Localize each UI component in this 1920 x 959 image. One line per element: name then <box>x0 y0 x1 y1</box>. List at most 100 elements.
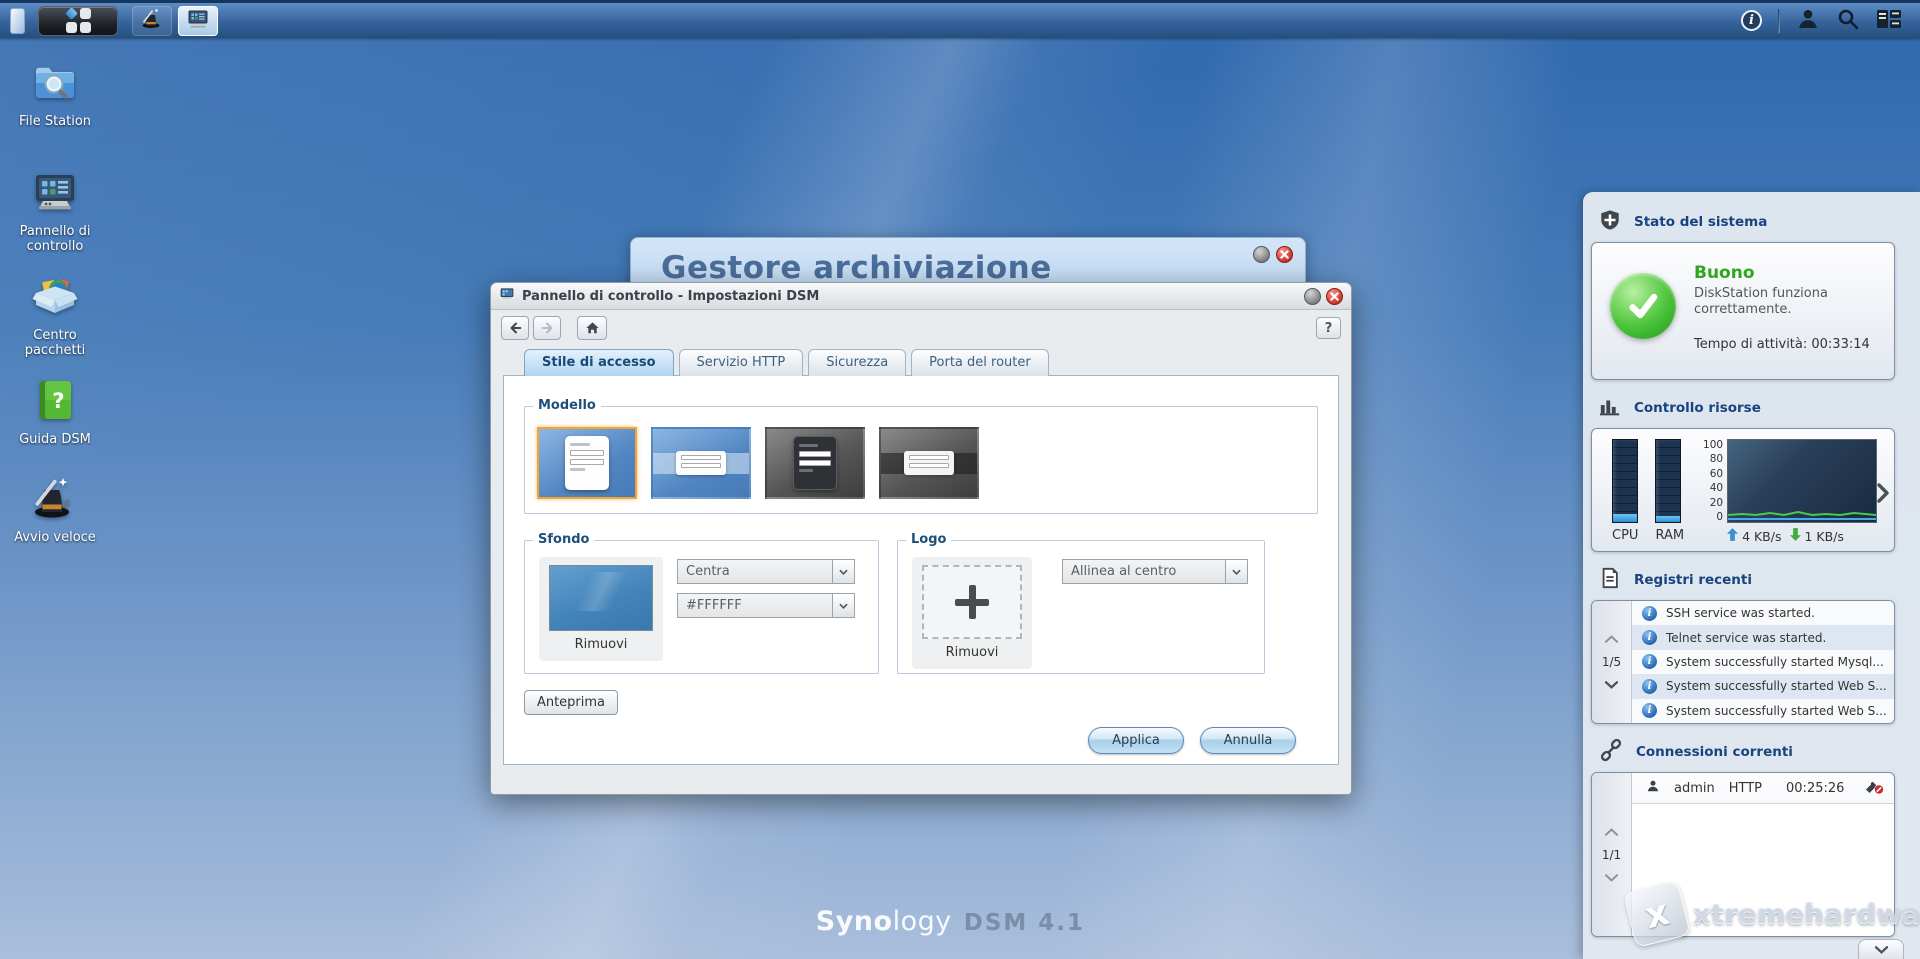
preview-button[interactable]: Anteprima <box>524 690 618 715</box>
tab-stile-di-accesso[interactable]: Stile di accesso <box>524 349 674 376</box>
logs-pager: 1/5 <box>1592 601 1632 723</box>
file-station-icon <box>31 58 79 106</box>
dialog-titlebar[interactable]: Pannello di controllo - Impostazioni DSM <box>491 283 1351 310</box>
taskbar-control-panel-button[interactable] <box>178 6 218 36</box>
pager-up-icon[interactable] <box>1602 825 1622 839</box>
user-icon <box>1646 779 1660 797</box>
tab-porta-del-router[interactable]: Porta del router <box>911 349 1049 376</box>
help-button[interactable]: ? <box>1316 317 1341 339</box>
disconnect-icon[interactable] <box>1864 779 1884 798</box>
cancel-button[interactable]: Annulla <box>1200 727 1296 754</box>
background-color-select[interactable]: #FFFFFF <box>677 593 855 618</box>
background-position-select[interactable]: Centra <box>677 559 855 584</box>
logo-align-select[interactable]: Allinea al centro <box>1062 559 1248 584</box>
desktop-icon-dsm-help[interactable]: ? Guida DSM <box>2 376 108 448</box>
logo-upload-dropzone[interactable] <box>922 565 1022 639</box>
background-image-thumbnail[interactable] <box>549 565 653 631</box>
desktop-icon-package-center[interactable]: Centro pacchetti <box>2 272 108 359</box>
upload-arrow-icon <box>1727 528 1738 544</box>
network-traffic-graph <box>1727 439 1877 523</box>
sfondo-group: Sfondo Rimuovi Centra #FFFFF <box>524 540 879 674</box>
help-book-icon: ? <box>31 376 79 424</box>
desktop-icon-label: File Station <box>2 115 108 130</box>
desktop-icon-quick-start[interactable]: Avvio veloce <box>2 474 108 546</box>
info-icon: i <box>1642 606 1657 621</box>
widgets-panel-icon[interactable] <box>1876 7 1902 35</box>
forward-button-disabled[interactable] <box>533 316 561 340</box>
resource-monitor-title: Controllo risorse <box>1634 400 1761 416</box>
modello-legend: Modello <box>533 398 601 413</box>
template-thumbnail-blue-stripe[interactable] <box>651 427 751 499</box>
xtremehardware-logo: x <box>1623 880 1691 948</box>
remove-logo-button[interactable]: Rimuovi <box>922 645 1022 660</box>
minimize-button[interactable] <box>1304 288 1321 305</box>
log-entry: iSSH service was started. <box>1632 601 1894 625</box>
search-icon[interactable] <box>1836 7 1860 35</box>
bar-chart-icon <box>1599 395 1621 421</box>
desktop-icon-file-station[interactable]: File Station <box>2 58 108 130</box>
current-connections-title: Connessioni correnti <box>1636 744 1793 760</box>
desktop-icon-control-panel[interactable]: Pannello di controllo <box>2 168 108 255</box>
network-graph-y-axis: 100 80 60 40 20 0 <box>1701 439 1727 523</box>
package-center-icon <box>31 272 79 320</box>
desktop-icon-label: Avvio veloce <box>2 531 108 546</box>
main-menu-button[interactable] <box>38 6 118 36</box>
show-desktop-button[interactable] <box>10 8 25 34</box>
user-icon[interactable] <box>1796 7 1820 35</box>
status-value: Buono <box>1694 263 1870 283</box>
logs-page-indicator: 1/5 <box>1602 655 1621 669</box>
control-panel-icon <box>31 168 79 216</box>
tab-servizio-http[interactable]: Servizio HTTP <box>679 349 804 376</box>
minimize-button[interactable] <box>1253 246 1270 263</box>
close-button[interactable] <box>1326 288 1343 305</box>
resource-monitor-card: CPU RAM 100 80 60 40 20 0 <box>1591 428 1895 552</box>
plus-icon <box>955 585 989 619</box>
upload-rate: 4 KB/s <box>1742 529 1781 544</box>
info-icon: i <box>1642 703 1657 718</box>
log-document-icon <box>1599 567 1621 593</box>
taskbar-divider <box>1778 9 1780 33</box>
main-menu-icon <box>66 8 91 33</box>
connection-protocol: HTTP <box>1729 781 1762 796</box>
logo-align-value: Allinea al centro <box>1063 564 1225 579</box>
download-rate: 1 KB/s <box>1805 529 1844 544</box>
log-entry: iSystem successfully started Web S... <box>1632 674 1894 698</box>
dsm-version: DSM 4.1 <box>964 910 1085 936</box>
log-entry: iTelnet service was started. <box>1632 625 1894 649</box>
control-panel-window-icon <box>186 7 210 35</box>
shield-icon <box>1599 209 1621 235</box>
pager-up-icon[interactable] <box>1602 632 1622 646</box>
info-icon: i <box>1642 630 1657 645</box>
info-icon[interactable]: i <box>1741 10 1762 31</box>
template-thumbnail-blue-card[interactable] <box>537 427 637 499</box>
info-icon: i <box>1642 679 1657 694</box>
tab-sicurezza[interactable]: Sicurezza <box>808 349 906 376</box>
template-thumbnail-dark-card[interactable] <box>765 427 865 499</box>
widgets-collapse-button[interactable] <box>1858 939 1904 959</box>
logo-legend: Logo <box>906 532 951 547</box>
status-description: DiskStation funziona correttamente. <box>1694 286 1854 319</box>
close-button[interactable] <box>1276 246 1293 263</box>
download-arrow-icon <box>1790 528 1801 544</box>
remove-background-button[interactable]: Rimuovi <box>549 637 653 652</box>
pager-down-icon[interactable] <box>1602 678 1622 692</box>
home-button[interactable] <box>577 316 607 340</box>
desktop-icon-label: Guida DSM <box>2 433 108 448</box>
ram-label: RAM <box>1655 528 1684 543</box>
recent-logs-card: 1/5 iSSH service was started. iTelnet se… <box>1591 600 1895 724</box>
link-chain-icon <box>1599 738 1623 766</box>
back-button[interactable] <box>501 316 529 340</box>
storage-manager-title: Gestore archiviazione <box>661 250 1052 286</box>
log-entry: iSystem successfully started Web S... <box>1632 699 1894 723</box>
apply-button[interactable]: Applica <box>1088 727 1184 754</box>
info-icon: i <box>1642 654 1657 669</box>
cpu-gauge <box>1612 439 1638 523</box>
template-thumbnail-dark-stripe[interactable] <box>879 427 979 499</box>
pager-down-icon[interactable] <box>1602 871 1622 885</box>
connection-duration: 00:25:26 <box>1786 781 1844 796</box>
dialog-tabs: Stile di accesso Servizio HTTP Sicurezza… <box>524 349 1351 376</box>
system-status-title: Stato del sistema <box>1634 214 1767 230</box>
chevron-right-icon[interactable] <box>1877 483 1889 507</box>
recent-logs-title: Registri recenti <box>1634 572 1752 588</box>
taskbar-quick-launch-button[interactable] <box>132 6 172 36</box>
